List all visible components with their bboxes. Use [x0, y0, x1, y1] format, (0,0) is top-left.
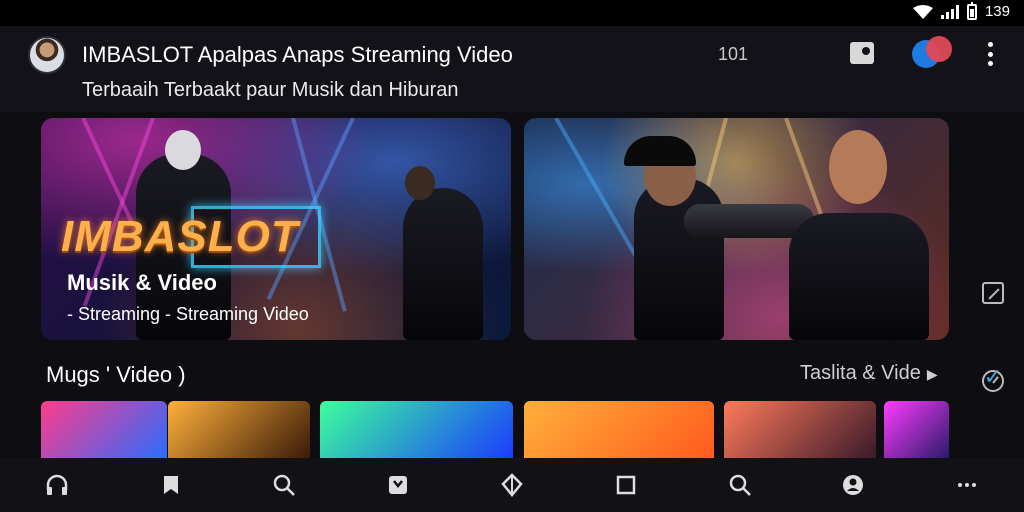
featured-banner-music[interactable]: IMBASLOT Musik & Video - Streaming - Str…: [41, 118, 511, 340]
featured-banner-live[interactable]: [524, 118, 949, 340]
app-header: IMBASLOT Apalpas Anaps Streaming Video T…: [0, 26, 1024, 112]
more-horiz-icon: [958, 483, 977, 487]
guitarist-figure: [403, 188, 483, 340]
cap-icon: [624, 136, 696, 166]
check-icon[interactable]: ✓: [982, 366, 1004, 388]
nav-playlist[interactable]: [341, 458, 455, 512]
section-link-label: Taslita & Vide: [800, 362, 921, 384]
brand-logo: IMBASLOT: [61, 212, 299, 261]
header-count: 101: [718, 44, 749, 64]
edit-icon[interactable]: [982, 282, 1004, 304]
search-icon: [274, 474, 296, 496]
status-time: 139: [984, 3, 1010, 20]
video-thumbnail[interactable]: [724, 401, 876, 458]
main-content: IMBASLOT Musik & Video - Streaming - Str…: [0, 112, 1024, 458]
nav-search-2[interactable]: [683, 458, 797, 512]
section-title: Mugs ' Video ): [46, 362, 186, 387]
video-thumbnail[interactable]: [41, 401, 167, 458]
video-thumbnail[interactable]: [524, 401, 714, 458]
guitarist-figure-right: [789, 213, 929, 340]
performer-head: [165, 130, 201, 170]
account-icon: [843, 475, 864, 495]
video-thumbnail[interactable]: [884, 401, 949, 458]
video-thumbnail[interactable]: [320, 401, 513, 458]
profile-icon[interactable]: [912, 36, 954, 68]
nav-diamond[interactable]: [455, 458, 569, 512]
page-subtitle: Terbaaih Terbaakt paur Musik dan Hiburan: [82, 79, 459, 101]
avatar[interactable]: [28, 36, 66, 74]
square-icon: [616, 475, 636, 495]
nav-more[interactable]: [910, 458, 1024, 512]
page-title: IMBASLOT Apalpas Anaps Streaming Video: [82, 42, 513, 67]
nav-headphones[interactable]: [0, 458, 114, 512]
nav-search[interactable]: [228, 458, 342, 512]
headphones-icon: [46, 474, 68, 495]
search-icon: [729, 474, 751, 496]
wifi-icon: [912, 4, 933, 19]
chevron-right-icon: ▶: [926, 366, 938, 382]
status-bar: 139: [0, 0, 1024, 26]
banner-heading: Musik & Video: [67, 270, 217, 295]
nav-bookmark[interactable]: [114, 458, 228, 512]
diamond-icon: [501, 473, 523, 497]
signal-icon: [940, 4, 959, 19]
video-thumbnail[interactable]: [168, 401, 310, 458]
nav-account[interactable]: [796, 458, 910, 512]
guitarist-head-right: [829, 130, 887, 204]
nav-square[interactable]: [569, 458, 683, 512]
section-see-all-link[interactable]: Taslita & Vide ▶: [800, 362, 938, 385]
playlist-icon: [389, 476, 408, 494]
battery-icon: [966, 1, 977, 20]
guitarist-head: [405, 166, 435, 200]
bottom-navigation: [0, 458, 1024, 512]
cast-icon[interactable]: [850, 42, 874, 64]
banner-subheading: - Streaming - Streaming Video: [67, 304, 309, 324]
more-vert-icon[interactable]: [986, 42, 994, 66]
bookmark-icon: [163, 476, 178, 494]
